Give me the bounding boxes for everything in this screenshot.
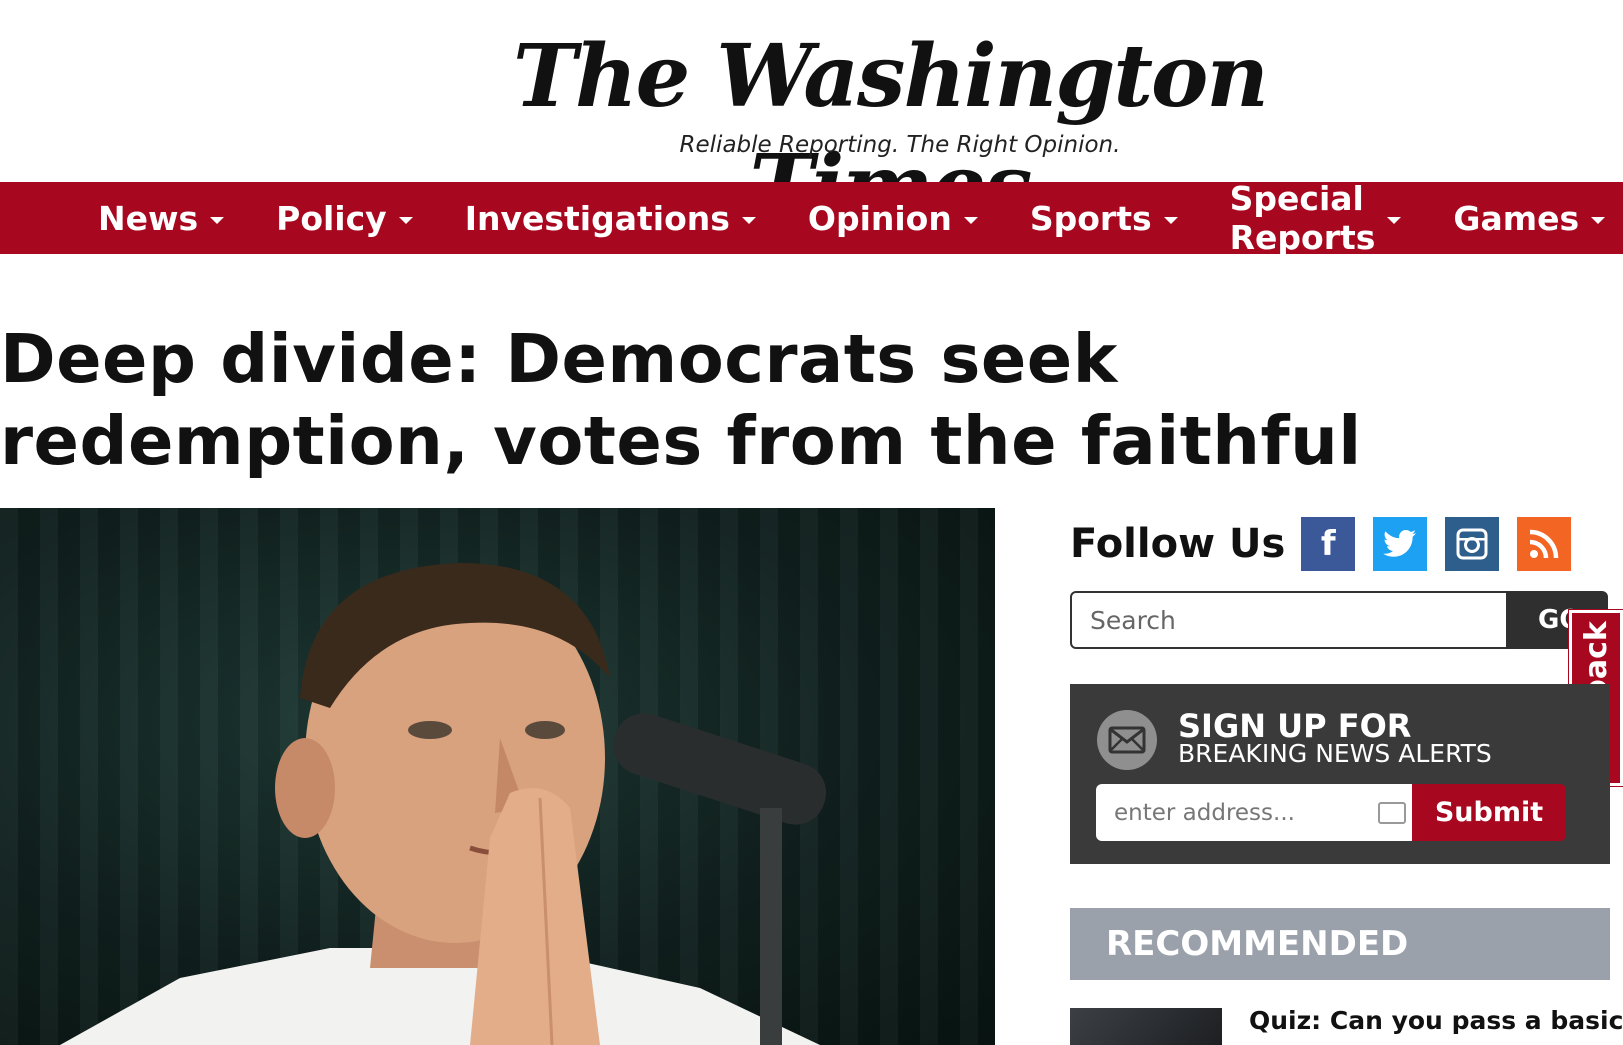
nav-item-games[interactable]: Games	[1427, 182, 1623, 254]
nav-item-policy[interactable]: Policy	[250, 182, 439, 254]
instagram-camera-icon	[1456, 528, 1488, 560]
rss-icon[interactable]	[1517, 517, 1572, 571]
recommended-thumbnail[interactable]	[1070, 1008, 1222, 1045]
email-field[interactable]: enter address...	[1096, 784, 1412, 841]
article-hero-image[interactable]	[0, 508, 995, 1045]
nav-item-label: Opinion	[807, 198, 952, 238]
follow-us: Follow Us f	[1070, 516, 1572, 572]
twitter-icon[interactable]	[1373, 517, 1428, 571]
contact-card-icon	[1378, 802, 1406, 824]
signup-title: SIGN UP FOR	[1178, 707, 1412, 745]
article-headline: Deep divide: Democrats seek redemption, …	[0, 320, 1362, 480]
nav-item-sports[interactable]: Sports	[1004, 182, 1204, 254]
newsletter-signup: SIGN UP FOR BREAKING NEWS ALERTS enter a…	[1070, 684, 1610, 864]
envelope-icon	[1097, 710, 1157, 770]
facebook-icon[interactable]: f	[1301, 517, 1356, 571]
nav-item-label: Special Reports	[1229, 179, 1376, 257]
caret-down-icon	[1387, 216, 1402, 224]
nav-item-special-reports[interactable]: Special Reports	[1204, 179, 1428, 257]
site-logo[interactable]: The Washington Times	[440, 22, 1340, 237]
caret-down-icon	[1163, 216, 1178, 224]
hero-photo-illustration	[60, 563, 827, 1045]
main-nav: News Policy Investigations Opinion Sport…	[0, 179, 1623, 257]
caret-down-icon	[1591, 216, 1606, 224]
recommended-header: RECOMMENDED	[1070, 908, 1610, 980]
caret-down-icon	[210, 216, 225, 224]
nav-item-label: Investigations	[464, 198, 730, 238]
masthead: The Washington Times Reliable Reporting.…	[0, 0, 1623, 237]
nav-item-investigations[interactable]: Investigations	[439, 182, 782, 254]
caret-down-icon	[398, 216, 413, 224]
rss-feed-icon	[1530, 529, 1559, 559]
recommended-item-title[interactable]: Quiz: Can you pass a basic	[1249, 1006, 1623, 1035]
signup-subtitle: BREAKING NEWS ALERTS	[1178, 739, 1492, 768]
nav-item-label: Sports	[1029, 198, 1152, 238]
mail-icon	[1108, 726, 1146, 754]
follow-us-title: Follow Us	[1070, 521, 1286, 567]
instagram-icon[interactable]	[1445, 517, 1500, 571]
caret-down-icon	[963, 216, 978, 224]
nav-item-label: Policy	[276, 198, 387, 238]
nav-item-opinion[interactable]: Opinion	[782, 182, 1004, 254]
search-input[interactable]: Search	[1070, 591, 1508, 649]
twitter-bird-icon	[1383, 530, 1417, 557]
nav-item-news[interactable]: News	[72, 182, 250, 254]
site-tagline: Reliable Reporting. The Right Opinion.	[679, 132, 1121, 158]
nav-item-label: Games	[1453, 198, 1580, 238]
caret-down-icon	[741, 216, 756, 224]
submit-button[interactable]: Submit	[1412, 784, 1566, 841]
nav-item-label: News	[98, 198, 199, 238]
